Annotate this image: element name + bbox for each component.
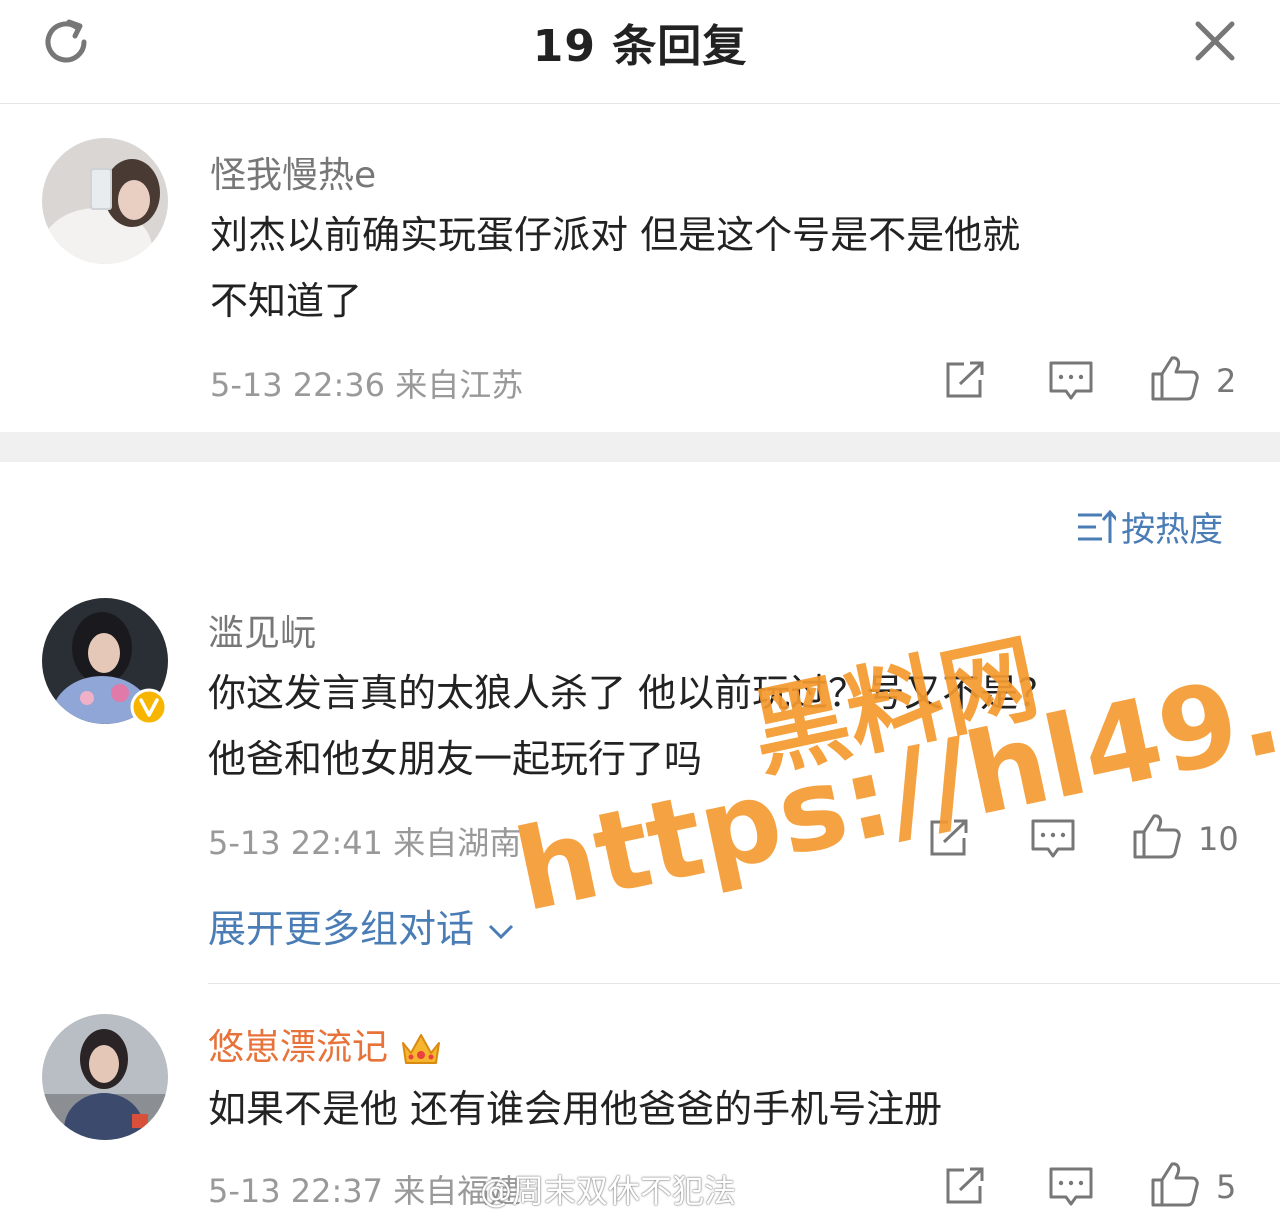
like-icon[interactable] [1150,1160,1200,1208]
avatar[interactable] [42,1014,168,1140]
close-icon[interactable] [1190,16,1240,66]
sort-by-hot-button[interactable]: 按热度 [1076,502,1224,550]
username[interactable]: 怪我慢热e [210,146,376,198]
weibo-watermark: @周末双休不犯法 [480,1172,737,1210]
share-icon[interactable] [944,1166,988,1206]
like-count: 10 [1198,820,1239,858]
comment-time: 5-13 22:37 [208,1172,384,1210]
comment-text-line: 刘杰以前确实玩蛋仔派对 但是这个号是不是他就 [210,213,1021,257]
username[interactable]: 悠崽漂流记 [208,1018,443,1070]
chevron-down-icon [489,924,514,939]
comment-text-line: 不知道了 [210,279,363,323]
avatar[interactable] [42,138,168,264]
like-count: 5 [1216,1168,1237,1206]
comment-meta: 5-13 22:41 来自湖南 [208,818,521,864]
comment-text-line: 如果不是他 还有谁会用他爸爸的手机号注册 [208,1087,943,1131]
sort-label: 按热度 [1121,510,1224,550]
like-icon[interactable] [1150,354,1200,402]
page-title: 19 条回复 [532,21,748,72]
comment-time: 5-13 22:41 [208,824,384,862]
divider [208,983,1280,984]
comment-location: 来自湖南 [393,824,522,862]
comment-meta: 5-13 22:36 来自江苏 [210,360,523,406]
reply-icon[interactable] [1048,360,1094,402]
share-icon[interactable] [944,360,988,400]
expand-more-conversations-link[interactable]: 展开更多组对话 [208,898,516,953]
reply-icon[interactable] [1048,1166,1094,1208]
comment-meta: 5-13 22:37 来自福建 [208,1166,521,1212]
sort-icon [1078,509,1119,543]
username[interactable]: 滥见岏 [208,604,316,656]
like-icon[interactable] [1132,812,1182,860]
crown-vip-icon [402,1034,441,1064]
top-bar: 19 条回复 [0,0,1280,104]
comment-time: 5-13 22:36 [210,366,386,404]
verified-badge-icon [130,688,168,726]
comment-text-line: 他爸和他女朋友一起玩行了吗 [208,737,703,781]
expand-label: 展开更多组对话 [208,907,475,951]
like-count: 2 [1216,362,1237,400]
section-divider [0,432,1280,462]
comment-location: 来自江苏 [395,366,524,404]
